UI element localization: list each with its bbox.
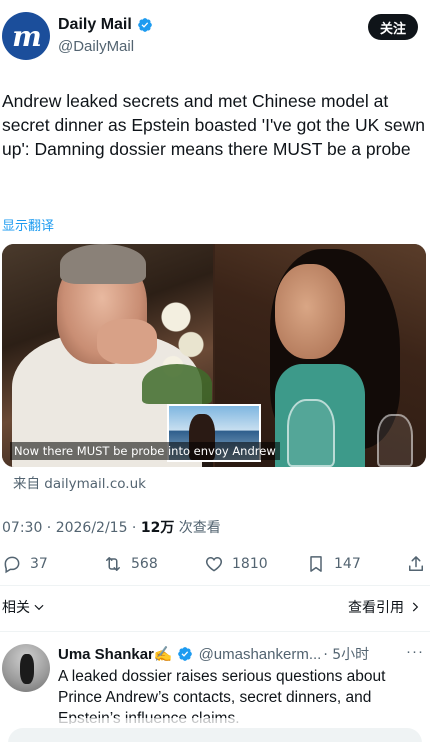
avatar-logo: m: [12, 19, 42, 53]
views-count: 12万: [140, 520, 175, 536]
author-handle[interactable]: @DailyMail: [58, 38, 134, 55]
like-count: 1810: [232, 556, 268, 572]
reply-header: Uma Shankar✍️ @umashankerm... · 5小时: [58, 643, 423, 665]
translate-link[interactable]: 显示翻译: [2, 215, 54, 234]
tweet-meta: 07:30 · 2026/2/15 · 12万 次查看: [2, 517, 221, 537]
retweet-icon: [106, 557, 120, 571]
avatar[interactable]: [2, 644, 50, 692]
view-quotes-label: 查看引用: [348, 600, 404, 616]
follow-button[interactable]: 关注: [367, 14, 418, 40]
reply-timestamp[interactable]: · 5小时: [323, 644, 369, 664]
related-dropdown[interactable]: 相关: [2, 597, 46, 617]
share-button[interactable]: [406, 550, 430, 578]
avatar-figure: [20, 654, 34, 684]
author-name-text: Daily Mail: [58, 16, 132, 33]
photo-hair: [60, 244, 146, 284]
tweet-text: Andrew leaked secrets and met Chinese mo…: [2, 91, 426, 159]
source-link[interactable]: 来自 dailymail.co.uk: [13, 472, 146, 492]
bookmark-button[interactable]: 147: [306, 550, 361, 578]
reply-text: A leaked dossier raises serious question…: [58, 668, 386, 724]
like-button[interactable]: 1810: [204, 550, 268, 578]
reply-icon: [4, 556, 20, 574]
photo-wine-glass: [287, 399, 335, 467]
tweet-media-image[interactable]: Now there MUST be probe into envoy Andre…: [2, 244, 426, 467]
verified-badge-icon: [137, 18, 152, 32]
share-icon: [409, 556, 423, 571]
chevron-down-icon: [34, 604, 44, 611]
verified-badge-icon: [177, 647, 192, 661]
retweet-count: 568: [131, 556, 158, 572]
divider: [0, 631, 430, 632]
daily-mail-avatar[interactable]: m: [2, 12, 50, 60]
photo-hands: [97, 319, 157, 364]
reply-author-name[interactable]: Uma Shankar✍️: [58, 645, 173, 663]
view-quotes-link[interactable]: 查看引用: [348, 597, 422, 617]
more-options-icon[interactable]: ···: [406, 643, 424, 660]
bookmark-icon: [310, 556, 322, 572]
action-bar: 37 568 1810 147: [0, 550, 430, 578]
photo-face-right: [275, 264, 345, 359]
reply-button[interactable]: 37: [2, 550, 48, 578]
tweet-header: m Daily Mail @DailyMail 关注: [0, 0, 430, 80]
divider: [0, 585, 430, 586]
reply-composer-bar[interactable]: [8, 728, 422, 742]
reply-count: 37: [30, 556, 48, 572]
chevron-right-icon: [412, 602, 419, 612]
photo-leaves: [142, 364, 212, 404]
heart-icon: [205, 556, 223, 572]
author-name[interactable]: Daily Mail: [58, 16, 153, 34]
views-label: 次查看: [174, 520, 221, 536]
related-label: 相关: [2, 600, 30, 616]
retweet-button[interactable]: 568: [103, 550, 158, 578]
media-caption: Now there MUST be probe into envoy Andre…: [10, 442, 280, 460]
reply-author-handle[interactable]: @umashankerm...: [199, 646, 322, 663]
tweet-timestamp[interactable]: 07:30 · 2026/2/15 ·: [2, 520, 141, 536]
photo-wine-glass-2: [377, 414, 413, 467]
bookmark-count: 147: [334, 556, 361, 572]
reply-tweet[interactable]: Uma Shankar✍️ @umashankerm... · 5小时 ··· …: [0, 634, 430, 724]
